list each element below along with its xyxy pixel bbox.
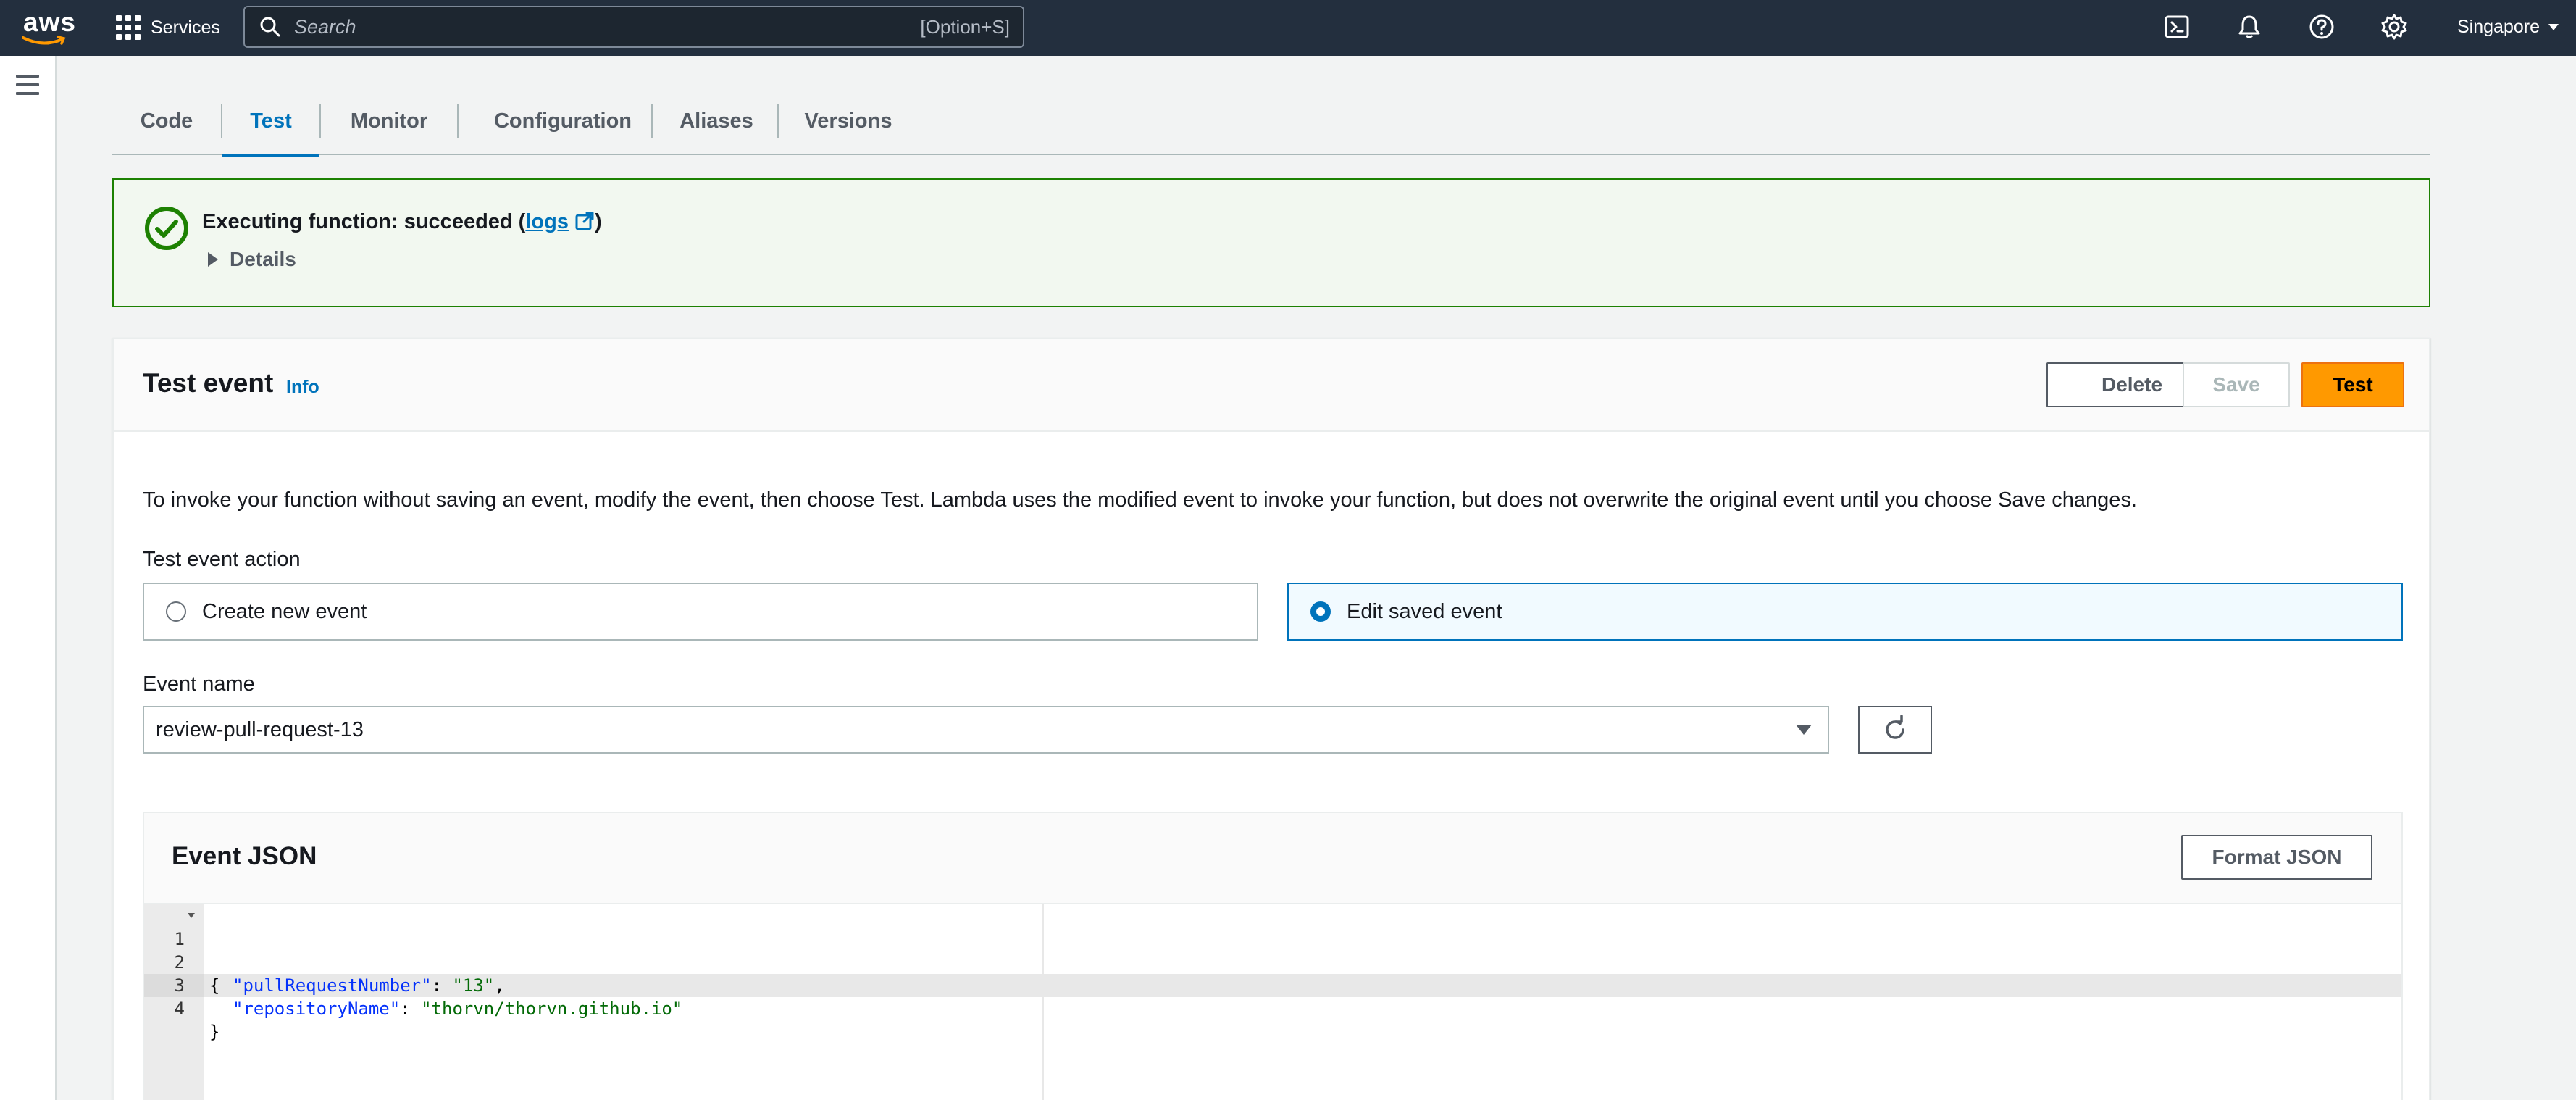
radio-edit-saved-event[interactable]: Edit saved event	[1287, 583, 2403, 641]
test-event-description: To invoke your function without saving a…	[143, 488, 2137, 512]
region-selector[interactable]: Singapore	[2457, 13, 2559, 41]
event-json-container: Event JSON Format JSON 1 { 2 "pullReques…	[143, 812, 2403, 1100]
event-name-select[interactable]: review-pull-request-13	[143, 706, 1829, 754]
radio-label: Create new event	[202, 599, 367, 623]
tab-aliases[interactable]: Aliases	[653, 87, 780, 155]
aws-logo[interactable]: aws	[22, 7, 75, 45]
line-number: 4	[174, 999, 185, 1019]
panel-title: Test event	[143, 368, 274, 398]
info-link[interactable]: Info	[286, 377, 319, 398]
test-button[interactable]: Test	[2301, 362, 2404, 407]
test-event-action-label: Test event action	[143, 548, 301, 571]
region-label: Singapore	[2457, 16, 2540, 37]
aws-smile-icon	[22, 36, 66, 45]
search-placeholder: Search	[294, 15, 356, 38]
help-icon[interactable]	[2308, 13, 2335, 41]
fold-toggle-icon[interactable]	[188, 913, 195, 918]
refresh-button[interactable]	[1858, 706, 1932, 754]
logs-link[interactable]: logs	[525, 210, 569, 233]
event-json-title: Event JSON	[172, 842, 317, 870]
execution-success-alert: Executing function: succeeded (logs) Det…	[112, 178, 2430, 307]
tab-configuration[interactable]: Configuration	[459, 87, 667, 155]
search-icon	[259, 16, 281, 38]
code-line: 4 }	[144, 974, 2401, 1042]
external-link-icon[interactable]	[574, 211, 595, 231]
grid-icon	[116, 15, 141, 40]
tab-test[interactable]: Test	[222, 87, 319, 157]
format-json-button[interactable]: Format JSON	[2181, 835, 2372, 880]
hamburger-menu-icon[interactable]	[16, 75, 39, 95]
json-separator: :	[400, 999, 422, 1019]
cloudshell-icon[interactable]	[2163, 13, 2191, 41]
services-menu-button[interactable]: Services	[116, 10, 220, 45]
function-tabs: Code Test Monitor Configuration Aliases …	[112, 87, 2430, 157]
top-navigation-bar: aws Services Search [Option+S] Singapore	[0, 0, 2576, 56]
notifications-bell-icon[interactable]	[2236, 13, 2263, 41]
tab-code[interactable]: Code	[112, 87, 221, 155]
radio-unchecked-icon	[166, 601, 186, 622]
search-shortcut-hint: [Option+S]	[920, 15, 1010, 38]
caret-right-icon	[208, 252, 218, 267]
code-text: "repositoryName": "thorvn/thorvn.github.…	[233, 997, 682, 1020]
services-label: Services	[151, 17, 220, 38]
json-value: "thorvn/thorvn.github.io"	[421, 999, 683, 1019]
radio-create-new-event[interactable]: Create new event	[143, 583, 1258, 641]
details-expander[interactable]: Details	[208, 248, 296, 271]
refresh-icon	[1886, 715, 1904, 739]
code-line: 1 {	[144, 904, 2401, 996]
code-line: 3 "repositoryName": "thorvn/thorvn.githu…	[144, 951, 2401, 1019]
aws-logo-text: aws	[23, 7, 76, 37]
json-key: "repositoryName"	[233, 999, 401, 1019]
json-code-editor[interactable]: 1 { 2 "pullRequestNumber": "13", 3 "repo…	[144, 904, 2401, 1100]
details-label: Details	[230, 248, 296, 270]
event-json-header: Event JSON Format JSON	[144, 813, 2401, 904]
code-text: }	[209, 1022, 220, 1042]
flash-title: Executing function: succeeded (logs)	[202, 210, 602, 233]
test-event-header: Test event Info Delete Save Test	[114, 339, 2429, 432]
tab-versions[interactable]: Versions	[779, 87, 918, 155]
settings-gear-icon[interactable]	[2380, 13, 2408, 41]
radio-checked-icon	[1310, 601, 1331, 622]
search-input[interactable]: Search [Option+S]	[243, 6, 1024, 48]
test-event-container: Test event Info Delete Save Test To invo…	[112, 338, 2430, 1100]
radio-label: Edit saved event	[1347, 599, 1502, 623]
save-button[interactable]: Save	[2183, 362, 2290, 407]
event-name-value: review-pull-request-13	[156, 717, 364, 741]
side-navigation-rail	[0, 56, 57, 1100]
success-check-icon	[144, 206, 189, 251]
caret-down-icon	[1796, 725, 1812, 735]
caret-down-icon	[2548, 23, 2559, 30]
code-line: 2 "pullRequestNumber": "13",	[144, 928, 2401, 996]
tab-monitor[interactable]: Monitor	[321, 87, 457, 155]
event-name-label: Event name	[143, 672, 255, 696]
